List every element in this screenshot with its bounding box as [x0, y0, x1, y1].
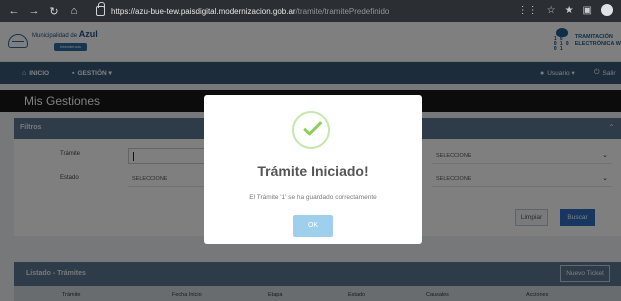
address-bar[interactable]: https://azu-bue-tew.paisdigital.moderniz…	[111, 7, 389, 16]
reload-icon[interactable]: ↻	[46, 5, 62, 18]
browser-toolbar: ← → ↻ ⌂ https://azu-bue-tew.paisdigital.…	[0, 0, 621, 22]
dialog-message: El Trámite '1' se ha guardado correctame…	[249, 194, 377, 201]
favorites-icon[interactable]: ★	[565, 5, 574, 16]
translate-icon[interactable]: ⋮⋮	[518, 5, 538, 16]
ok-button[interactable]: OK	[293, 215, 333, 237]
profile-avatar[interactable]	[601, 4, 613, 16]
dialog-title: Trámite Iniciado!	[257, 163, 369, 179]
home-icon[interactable]: ⌂	[66, 5, 82, 17]
collections-icon[interactable]: ▣	[583, 5, 592, 16]
star-icon[interactable]: ☆	[547, 5, 556, 16]
back-icon[interactable]: ←	[6, 5, 22, 17]
forward-icon[interactable]: →	[26, 5, 42, 17]
success-dialog: Trámite Iniciado! El Trámite '1' se ha g…	[204, 95, 422, 244]
lock-icon	[96, 2, 105, 16]
url-host: https://azu-bue-tew.paisdigital.moderniz…	[111, 6, 296, 16]
url-path: /tramite/tramitePredefinido	[295, 6, 390, 16]
success-check-icon	[292, 111, 330, 149]
